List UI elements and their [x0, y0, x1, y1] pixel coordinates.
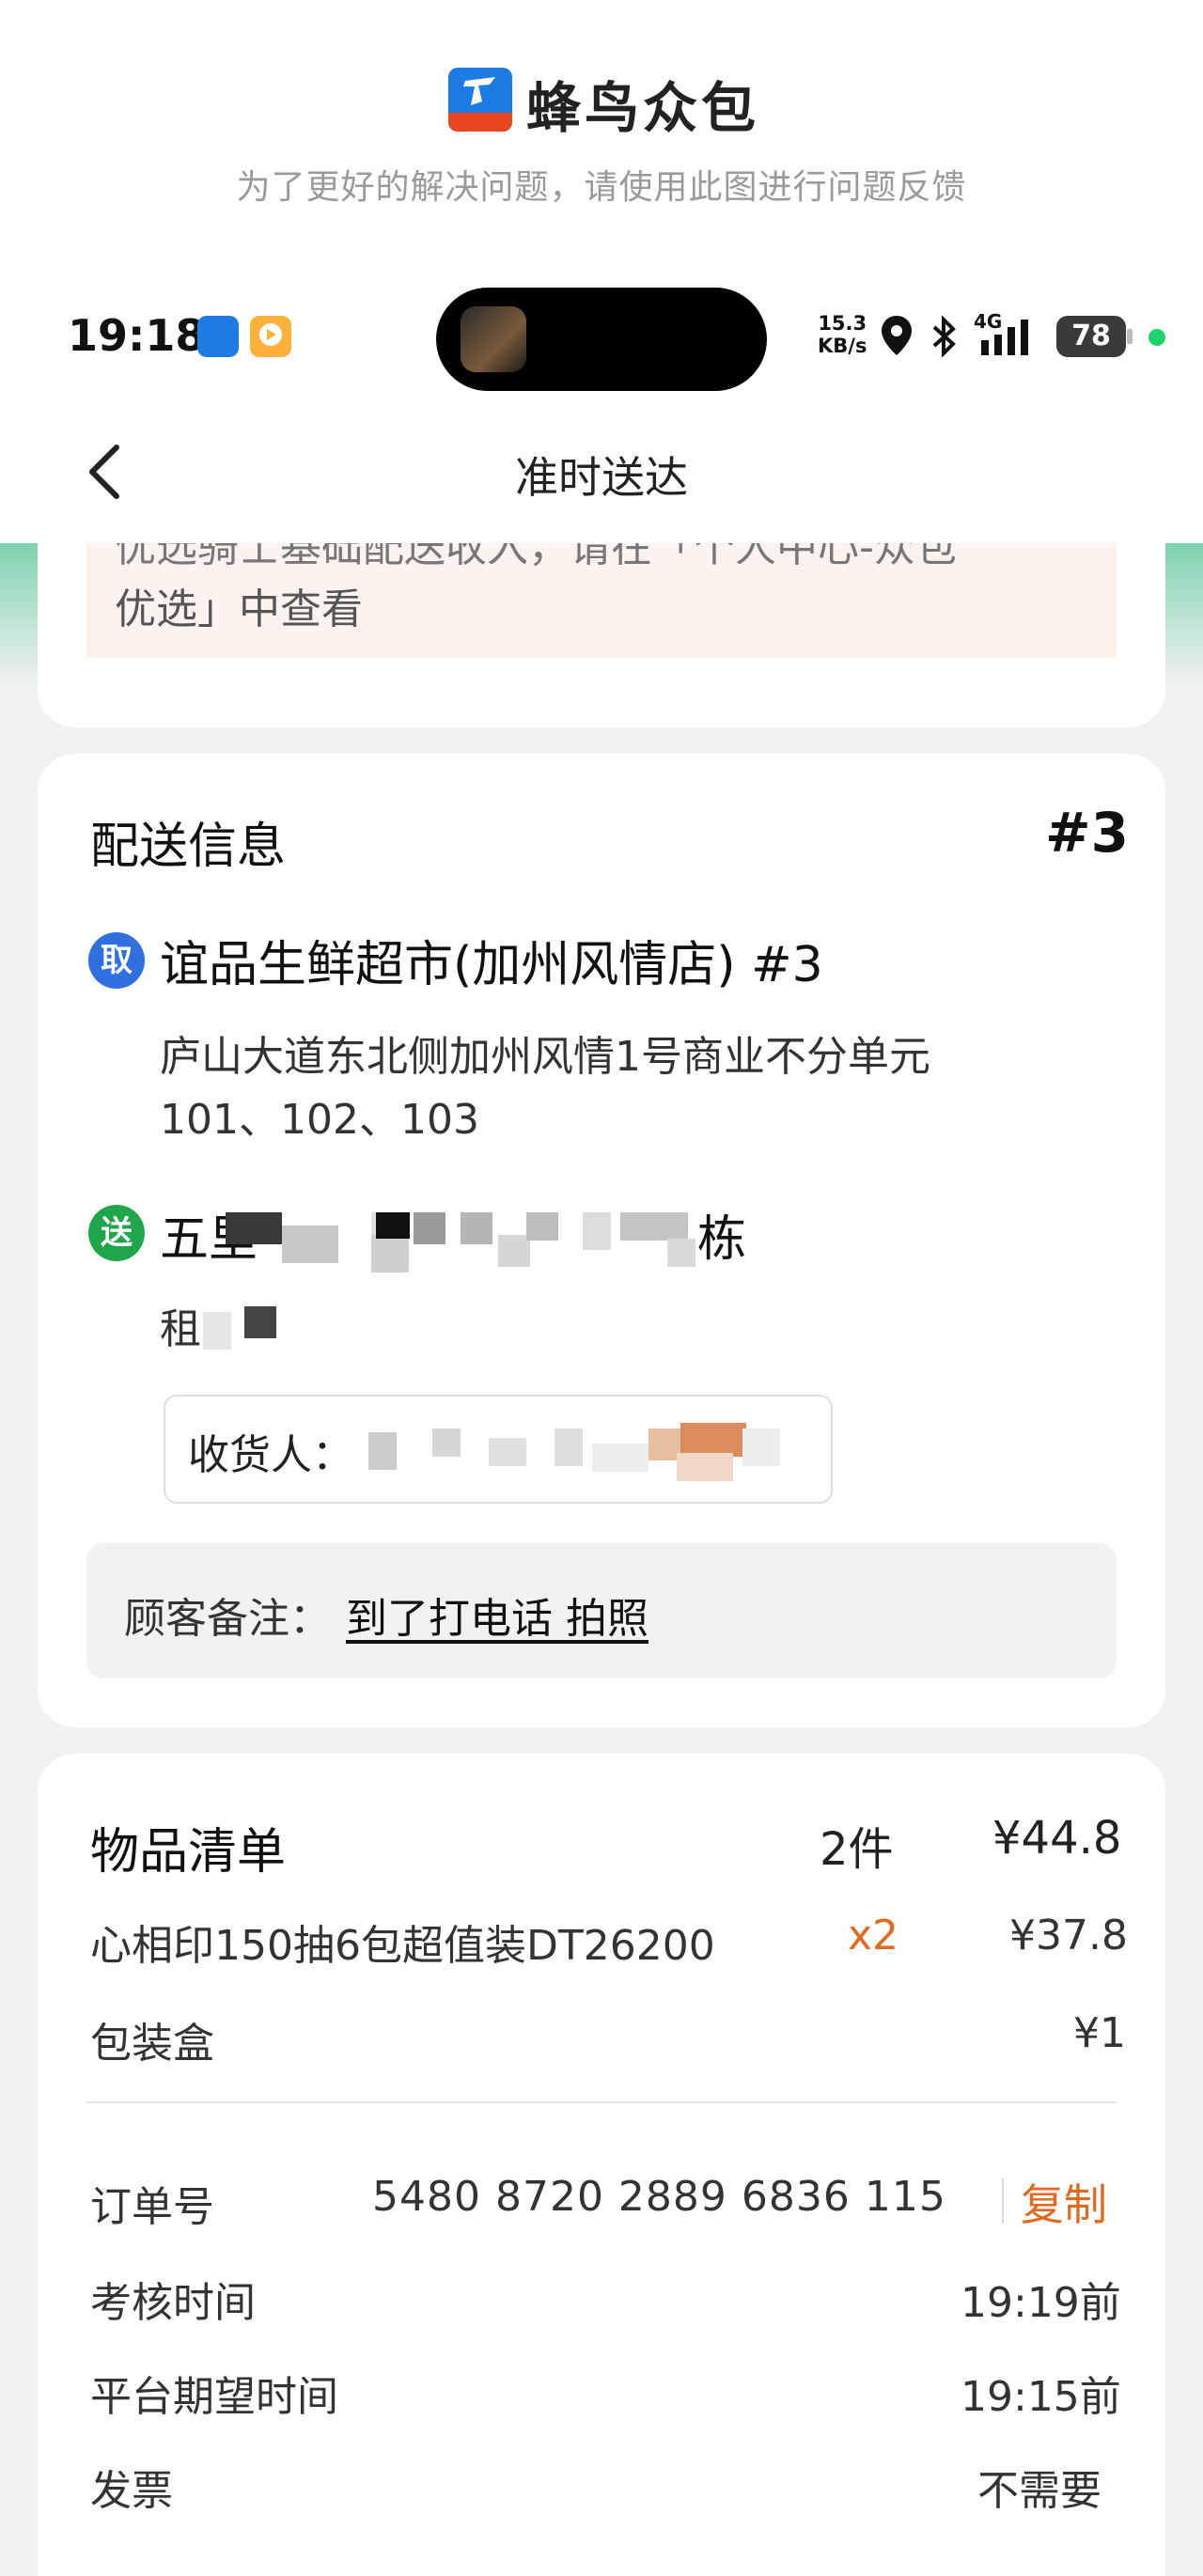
item-name: 包装盒: [90, 2020, 214, 2068]
income-notice: 优选骑士基础配送收入，请在「个人中心-众包 优选」中查看: [86, 543, 1117, 658]
expected-time-label: 平台期望时间: [90, 2373, 338, 2421]
item-price: ¥37.8: [1009, 1912, 1128, 1959]
app-logo-icon: [448, 68, 512, 132]
customer-remark-label: 顾客备注：: [124, 1595, 331, 1643]
logo-caption-strip: [448, 113, 512, 132]
copy-order-button[interactable]: 复制: [1021, 2171, 1107, 2233]
delivery-number: #3: [1045, 801, 1129, 865]
privacy-dot: [1148, 329, 1165, 346]
dropoff-tag: 送: [88, 1205, 145, 1261]
item-list-title: 物品清单: [90, 1824, 287, 1881]
pickup-store-name: 谊品生鲜超市(加州风情店) #3: [160, 937, 823, 993]
item-total-price: ¥44.8: [992, 1812, 1122, 1865]
network-speed: 15.3 KB/s: [818, 312, 867, 357]
copy-separator: [1002, 2178, 1004, 2224]
video-app-icon: [250, 316, 291, 357]
dropoff-address-redacted: [203, 1303, 344, 1359]
item-count: 2件: [820, 1823, 894, 1876]
status-time: 19:18: [68, 310, 206, 361]
item-name: 心相印150抽6包超值装DT26200: [90, 1922, 715, 1970]
pickup-address-line-2: 101、102、103: [160, 1096, 479, 1144]
item-quantity: x2: [848, 1912, 899, 1959]
media-thumbnail-icon: [461, 306, 526, 372]
bird-logo-icon: [463, 77, 495, 105]
location-icon: [882, 316, 912, 355]
signal-icon: [981, 320, 1028, 355]
pickup-tag: 取: [88, 932, 145, 989]
customer-remark-value[interactable]: 到了打电话 拍照: [346, 1585, 648, 1645]
dropoff-name-end: 栋: [697, 1211, 747, 1268]
pickup-address-line-1: 庐山大道东北侧加州风情1号商业不分单元: [160, 1033, 930, 1081]
notice-line-1: 优选骑士基础配送收入，请在「个人中心-众包: [115, 543, 957, 571]
item-price: ¥1: [1073, 2009, 1126, 2057]
delivery-section-title: 配送信息: [90, 819, 287, 875]
order-number-label: 订单号: [90, 2183, 214, 2231]
bluetooth-icon: [932, 316, 956, 357]
expected-time-value: 19:15前: [961, 2373, 1121, 2421]
dropoff-name-redacted: [226, 1207, 695, 1272]
recipient-redacted: [367, 1419, 836, 1485]
banner-subtitle: 为了更好的解决问题，请使用此图进行问题反馈: [236, 168, 967, 207]
check-time-value: 19:19前: [961, 2279, 1121, 2327]
invoice-value: 不需要: [977, 2467, 1101, 2515]
dropoff-address-start: 租: [160, 1305, 201, 1353]
order-number-value: 5480 8720 2889 6836 115: [372, 2173, 946, 2221]
battery-indicator: 78: [1056, 316, 1126, 357]
notice-line-2: 优选」中查看: [115, 585, 363, 633]
check-time-label: 考核时间: [90, 2279, 256, 2327]
divider: [86, 2101, 1117, 2103]
battery-tip: [1127, 329, 1133, 344]
page-title: 准时送达: [515, 452, 688, 503]
recipient-label: 收货人：: [188, 1431, 353, 1479]
banner-app-name: 蜂鸟众包: [526, 76, 760, 140]
invoice-label: 发票: [90, 2467, 173, 2515]
fengniao-app-icon: [197, 316, 239, 357]
